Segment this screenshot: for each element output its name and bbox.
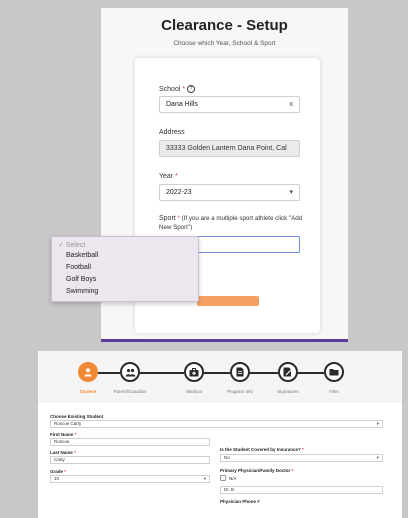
sport-dropdown: ✓ Select Basketball Football Golf Boys S… (51, 236, 199, 302)
dropdown-option-golf-boys[interactable]: Golf Boys (66, 276, 96, 283)
first-name-input[interactable]: Roscoe (50, 438, 210, 446)
continue-button[interactable] (197, 296, 259, 306)
required-mark: * (74, 432, 77, 437)
required-mark: * (182, 85, 186, 93)
school-label: School * ? (159, 85, 196, 93)
dropdown-option-football[interactable]: Football (66, 264, 91, 271)
physician-label-text: Primary Physician/Family Doctor (220, 468, 291, 473)
step-files[interactable] (324, 362, 344, 382)
step-connector (250, 372, 278, 374)
sport-note: (If you are a multiple sport athlete cli… (159, 215, 303, 231)
existing-student-value: Roscoe Carty (54, 421, 82, 426)
required-mark: * (177, 215, 180, 222)
address-field: 33333 Golden Lantern Dana Point, Cal (159, 140, 300, 157)
group-icon (125, 368, 135, 376)
grade-label: Grade * (50, 469, 66, 474)
student-wizard-panel: Student Parent/Guardian Medical Program … (38, 351, 402, 518)
step-label-parent-guardian: Parent/Guardian (113, 389, 147, 394)
step-connector (204, 372, 230, 374)
year-value: 2022-23 (166, 189, 192, 196)
last-name-input[interactable]: Carty (50, 456, 210, 464)
required-mark: * (291, 468, 294, 473)
grade-label-text: Grade (50, 469, 64, 474)
first-name-label: First Name * (50, 432, 76, 437)
clear-icon[interactable]: x (290, 97, 294, 112)
step-label-files: Files (329, 389, 339, 394)
step-signatures[interactable] (278, 362, 298, 382)
last-name-label: Last Name * (50, 450, 76, 455)
dropdown-option-swimming[interactable]: Swimming (66, 288, 98, 295)
school-select[interactable]: Dana Hills x (159, 96, 300, 113)
step-parent-guardian[interactable] (120, 362, 140, 382)
first-name-label-text: First Name (50, 432, 74, 437)
required-mark: * (74, 450, 76, 455)
chevron-down-icon: ▾ (376, 421, 379, 426)
step-student[interactable] (78, 362, 98, 382)
document-icon (236, 367, 244, 377)
chevron-down-icon: ▾ (376, 455, 379, 460)
existing-student-label: Choose Existing Student (50, 414, 104, 419)
purple-bottom-bar (101, 339, 348, 342)
year-select[interactable]: 2022-23 ▾ (159, 184, 300, 201)
insurance-value: No (224, 455, 230, 460)
signature-icon (283, 367, 293, 377)
school-label-text: School (159, 85, 181, 93)
help-icon[interactable]: ? (187, 85, 196, 93)
step-connector (298, 372, 324, 374)
step-connector (98, 372, 120, 374)
chevron-down-icon: ▾ (203, 476, 206, 481)
page-title: Clearance - Setup (161, 17, 288, 34)
physician-na-checkbox[interactable] (220, 475, 226, 481)
required-mark: * (302, 447, 304, 452)
medical-bag-icon (189, 367, 199, 376)
physician-label: Primary Physician/Family Doctor * (220, 468, 293, 473)
page-subtitle: Choose which Year, School & Sport (173, 40, 276, 47)
step-medical[interactable] (184, 362, 204, 382)
required-mark: * (64, 469, 67, 474)
last-name-label-text: Last Name (50, 450, 73, 455)
physician-phone-label: Physician Phone # (220, 499, 260, 504)
grade-select[interactable]: 10 ▾ (50, 475, 210, 483)
student-form-area: Choose Existing Student Roscoe Carty ▾ F… (38, 403, 402, 518)
physician-input[interactable]: Dr. B (220, 486, 383, 494)
year-label: Year * (159, 173, 178, 180)
user-icon (84, 368, 92, 377)
grade-value: 10 (54, 476, 60, 481)
sport-label: Sport * (If you are a multiple sport ath… (159, 214, 309, 232)
sport-label-text: Sport (159, 215, 176, 222)
address-label: Address (159, 129, 185, 136)
insurance-label: Is the Student Covered by Insurance? * (220, 447, 304, 452)
insurance-select[interactable]: No ▾ (220, 454, 383, 462)
existing-student-select[interactable]: Roscoe Carty ▾ (50, 420, 383, 428)
dropdown-option-basketball[interactable]: Basketball (66, 252, 98, 259)
step-program-info[interactable] (230, 362, 250, 382)
dropdown-option-select[interactable]: ✓ Select (58, 241, 85, 249)
year-label-text: Year (159, 173, 174, 180)
insurance-label-text: Is the Student Covered by Insurance? (220, 447, 301, 452)
step-connector (140, 372, 184, 374)
folder-icon (329, 369, 339, 376)
required-mark: * (175, 173, 178, 180)
school-value: Dana Hills (166, 101, 198, 108)
physician-na-label: N/A (229, 476, 237, 481)
chevron-down-icon: ▾ (289, 189, 293, 196)
